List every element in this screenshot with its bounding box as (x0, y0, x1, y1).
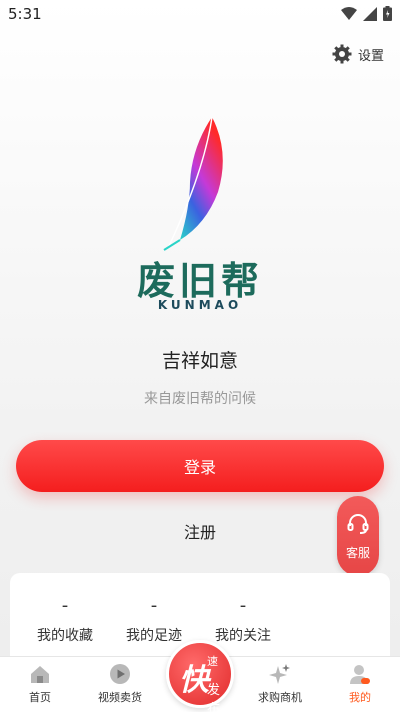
greeting-title: 吉祥如意 (161, 350, 238, 372)
login-button[interactable]: 登录 (16, 440, 384, 492)
battery-icon (383, 6, 392, 21)
feather-icon (163, 116, 223, 251)
quick-publish-button[interactable]: 快 速 发布 (166, 640, 234, 712)
tab-label: 首页 (29, 691, 51, 704)
home-icon (31, 666, 49, 683)
stat-favorites[interactable]: - 我的收藏 (20, 595, 110, 645)
publish-label-bottom: 发布 (207, 683, 221, 712)
app-logo: 废旧帮 KUNMAO (120, 112, 280, 322)
stat-value: - (150, 595, 158, 616)
greeting-subtitle: 来自废旧帮的问候 (144, 391, 256, 407)
wifi-icon (341, 6, 357, 20)
stat-value: - (61, 595, 69, 616)
settings-label: 设置 (357, 48, 384, 64)
logo-subtitle: KUNMAO (157, 298, 243, 312)
status-icons (341, 6, 392, 21)
status-bar: 5:31 (0, 0, 400, 28)
publish-label-top: 速 (207, 655, 218, 668)
stat-label: 我的收藏 (37, 628, 93, 644)
customer-service-button[interactable]: 客服 (337, 496, 379, 576)
customer-service-label: 客服 (345, 545, 370, 560)
tab-label: 我的 (349, 691, 371, 704)
gear-icon (332, 44, 352, 64)
logo-name: 废旧帮 (136, 259, 263, 303)
login-button-label: 登录 (183, 458, 216, 477)
tab-label: 求购商机 (258, 691, 302, 704)
play-icon (110, 664, 130, 684)
tab-video-sales[interactable]: 视频卖货 (80, 663, 160, 705)
signal-icon (363, 6, 377, 21)
headset-icon (347, 513, 369, 534)
stat-value: - (239, 595, 247, 616)
stat-history[interactable]: - 我的足迹 (109, 595, 199, 645)
tab-purchase-opportunities[interactable]: 求购商机 (240, 663, 320, 705)
sparkle-icon (269, 664, 290, 684)
stat-following[interactable]: - 我的关注 (198, 595, 288, 645)
user-icon (350, 665, 370, 684)
tab-mine[interactable]: 我的 (320, 663, 400, 705)
tab-label: 视频卖货 (98, 691, 142, 704)
settings-button[interactable]: 设置 (332, 44, 384, 64)
register-label: 注册 (183, 523, 216, 542)
tab-home[interactable]: 首页 (0, 663, 80, 705)
status-time: 5:31 (8, 5, 42, 23)
publish-label-big: 快 (179, 663, 209, 698)
